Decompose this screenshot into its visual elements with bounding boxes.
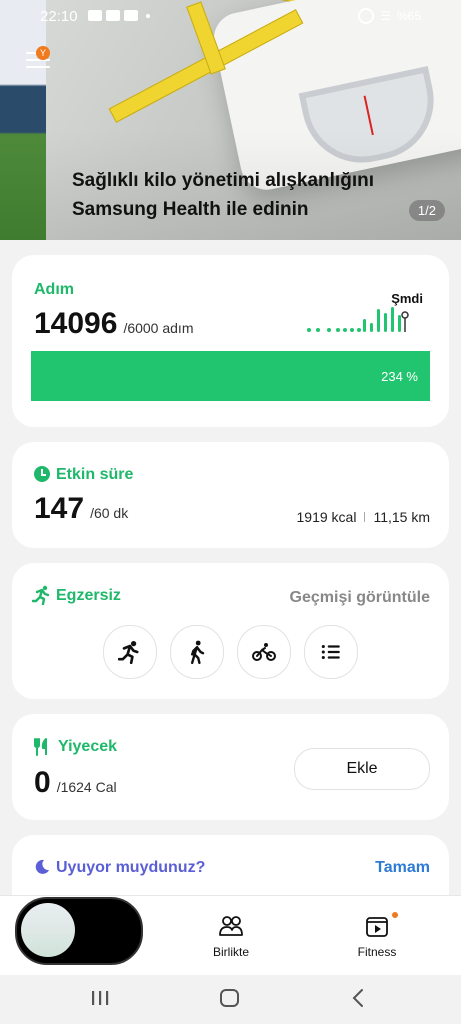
promo-banner[interactable]: Sağlıklı kilo yönetimi alışkanlığını Sam… [0,0,461,240]
status-time: 22:10 [40,8,78,25]
youtube-icon [124,10,138,21]
banner-page-indicator: 1/2 [408,200,445,221]
view-history-link[interactable]: Geçmişi görüntüle [290,589,430,607]
more-notifications-icon [146,13,150,18]
moon-icon [35,859,49,874]
list-icon [321,644,340,660]
recent-apps-icon[interactable] [90,989,110,1007]
cycling-icon [252,643,276,661]
nav-fitness-label: Fitness [357,945,397,959]
fork-knife-icon [34,738,47,756]
active-kcal: 1919 kcal [296,509,357,525]
running-icon [32,585,50,605]
walking-icon [191,640,205,664]
food-title: Yiyecek [58,738,118,755]
steps-goal: /6000 adım [123,320,194,336]
system-navigation-bar [0,975,461,1024]
steps-value: 14096 [34,307,118,340]
steps-progress-fill [31,351,430,401]
active-time-goal: /60 dk [90,505,129,521]
food-value: 0 [34,766,51,799]
home-icon[interactable] [219,988,241,1008]
banner-title: Sağlıklı kilo yönetimi alışkanlığını Sam… [72,170,374,220]
fitness-video-icon [366,917,388,937]
steps-title: Adım [34,281,74,298]
walking-button[interactable] [170,625,224,679]
wifi-icon: ☰ [380,9,391,23]
active-time-title: Etkin süre [56,466,134,483]
banner-side-image [0,0,46,240]
sleep-done-button[interactable]: Tamam [375,859,430,877]
exercise-title: Egzersiz [56,587,121,604]
steps-progress-bar: 234 % [31,351,430,401]
nav-together[interactable]: Birlikte [199,914,263,959]
active-distance: 11,15 km [373,509,430,525]
gallery-icon [88,10,102,21]
steps-card[interactable]: Adım 14096 /6000 adım Şmdi 234 % [12,255,449,427]
alarm-icon [358,8,375,24]
steps-progress-label: 234 % [381,369,418,384]
active-time-card[interactable]: Etkin süre 147 /60 dk 1919 kcal 11,15 km [12,442,449,548]
status-bar: 22:10 ☰ %65 [0,0,461,34]
youtube-icon [106,10,120,21]
fitness-notification-dot [392,912,398,918]
food-card[interactable]: Yiyecek 0 /1624 Cal Ekle [12,714,449,820]
cycling-button[interactable] [237,625,291,679]
nav-fitness[interactable]: Fitness [345,914,409,959]
active-time-value: 147 [34,492,85,525]
steps-sparkline [307,307,409,332]
battery-level: %65 [396,9,421,23]
people-icon [219,916,243,936]
sleep-title: Uyuyor muydunuz? [56,859,206,876]
video-thumbnail [21,903,75,957]
nav-together-label: Birlikte [212,945,249,959]
picture-in-picture-video[interactable] [15,897,143,965]
back-icon[interactable] [350,988,366,1008]
running-button[interactable] [103,625,157,679]
menu-badge: Y [36,46,50,60]
menu-button[interactable]: Y [26,46,50,68]
exercise-list-button[interactable] [304,625,358,679]
exercise-card[interactable]: Egzersiz Geçmişi görüntüle [12,563,449,699]
now-label: Şmdi [391,291,423,306]
add-food-button[interactable]: Ekle [294,748,430,790]
clock-icon [34,466,50,482]
food-goal: /1624 Cal [56,779,117,795]
running-icon [118,640,139,664]
